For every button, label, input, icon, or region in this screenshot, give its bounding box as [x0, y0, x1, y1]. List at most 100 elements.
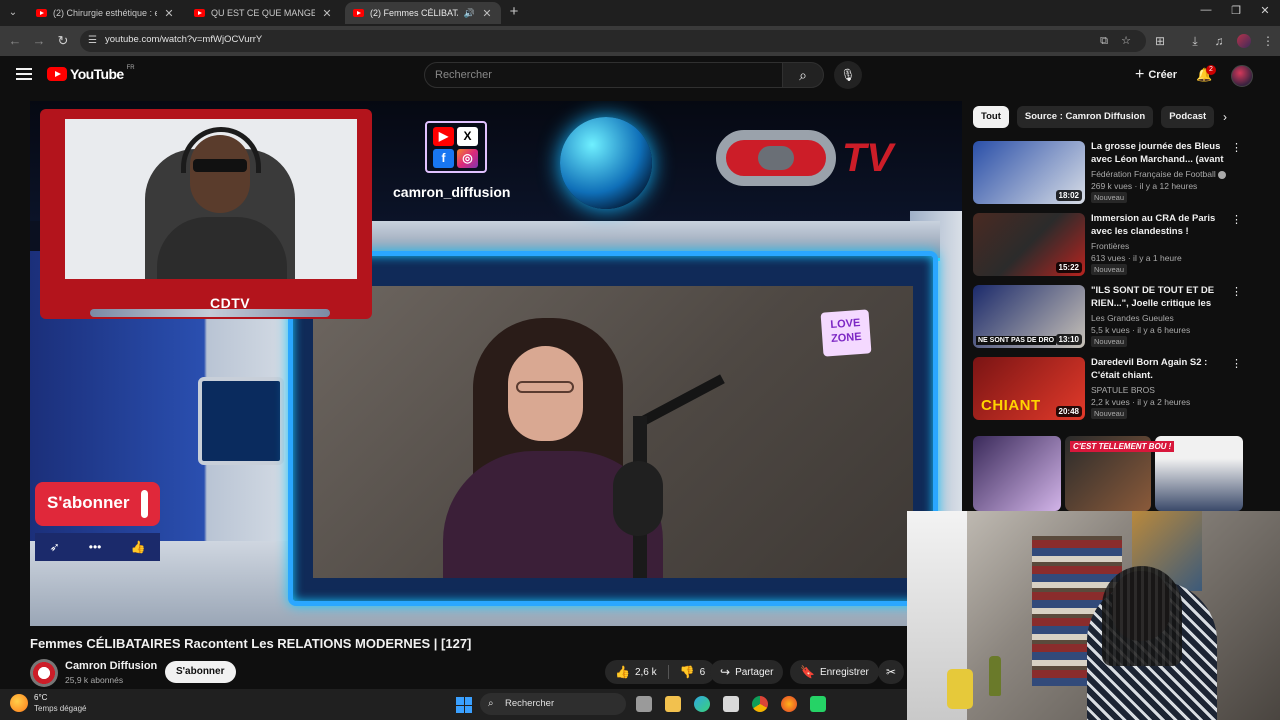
profile-icon[interactable] — [1237, 34, 1251, 48]
reload-icon[interactable]: ↻ — [55, 33, 71, 49]
thumbnail-caption: NE SONT PAS DE DRO — [976, 336, 1057, 345]
youtube-play-icon — [47, 67, 67, 81]
youtube-favicon-icon — [353, 9, 364, 17]
store-icon[interactable] — [723, 696, 739, 712]
search-icon[interactable]: ⌕ — [782, 62, 824, 88]
chrome-icon[interactable] — [752, 696, 768, 712]
firefox-icon[interactable] — [781, 696, 797, 712]
microphone-icon[interactable]: 🎙 — [834, 61, 862, 89]
taskbar-search[interactable]: Rechercher — [480, 693, 626, 715]
recommendation-channel[interactable]: Fédération Française de Football — [1091, 169, 1226, 179]
recommendation-item[interactable]: 15:22 Immersion au CRA de Paris avec les… — [973, 213, 1242, 279]
recommendation-title[interactable]: Immersion au CRA de Paris avec les cland… — [1091, 213, 1226, 238]
more-options-icon[interactable]: ⋮ — [1231, 141, 1242, 154]
chip-source[interactable]: Source : Camron Diffusion — [1016, 106, 1154, 128]
like-icon[interactable]: 👍 — [615, 665, 630, 679]
recommendation-channel[interactable]: Frontières — [1091, 241, 1129, 251]
chip-podcast[interactable]: Podcast — [1161, 106, 1215, 128]
recommendation-channel[interactable]: SPATULE BROS — [1091, 385, 1155, 395]
app-icon[interactable] — [810, 696, 826, 712]
recommendation-item[interactable]: CHIANT 20:48 Daredevil Born Again S2 : C… — [973, 357, 1242, 423]
recommendation-channel[interactable]: Les Grandes Gueules — [1091, 313, 1174, 323]
studio-screen — [288, 251, 938, 606]
verified-icon — [1217, 170, 1226, 179]
new-badge: Nouveau — [1091, 408, 1128, 419]
youtube-favicon-icon — [194, 9, 205, 17]
extensions-icon[interactable]: ⊞ — [1152, 33, 1168, 49]
save-button[interactable]: 🔖 Enregistrer — [790, 660, 879, 684]
more-options-icon[interactable]: ⋮ — [1231, 285, 1242, 298]
recommendation-item[interactable]: 18:02 La grosse journée des Bleus avec L… — [973, 141, 1242, 207]
close-icon[interactable]: ✕ — [163, 7, 175, 20]
audio-icon[interactable]: 🔊 — [464, 8, 475, 19]
tab-list-icon[interactable]: ⌄ — [4, 4, 22, 22]
studio-panel — [198, 377, 284, 465]
windows-start-icon[interactable] — [456, 697, 472, 713]
create-label: Créer — [1148, 69, 1178, 81]
browser-tab-2[interactable]: QU EST CE QUE MANGE UN BOD ✕ — [186, 2, 341, 24]
recommendation-item[interactable]: NE SONT PAS DE DRO 13:10 "ILS SONT DE TO… — [973, 285, 1242, 351]
facebook-icon: f — [433, 149, 454, 168]
recommendation-title[interactable]: Daredevil Born Again S2 : C'était chiant… — [1091, 357, 1226, 382]
video-thumbnail[interactable]: CHIANT 20:48 — [973, 357, 1085, 420]
channel-avatar[interactable] — [30, 659, 58, 687]
video-player[interactable]: LOVE ZONE CDTV ▶ X f ◎ camron_diffusion … — [30, 101, 962, 626]
download-icon[interactable]: ⤓ — [1187, 33, 1203, 49]
video-thumbnail[interactable]: NE SONT PAS DE DRO 13:10 — [973, 285, 1085, 348]
dislike-icon[interactable]: 👎 — [680, 665, 695, 679]
edge-icon[interactable] — [694, 696, 710, 712]
close-icon[interactable]: ✕ — [321, 7, 333, 20]
account-avatar[interactable] — [1231, 65, 1253, 87]
task-view-icon[interactable] — [636, 696, 652, 712]
room-bottle — [989, 656, 1001, 696]
maximize-icon[interactable]: ❐ — [1229, 4, 1243, 17]
recommendation-title[interactable]: La grosse journée des Bleus avec Léon Ma… — [1091, 141, 1226, 166]
window-close-icon[interactable]: ✕ — [1258, 4, 1272, 17]
share-button[interactable]: ↪ Partager — [710, 660, 784, 684]
recommendation-meta: 613 vues · il y a 1 heure — [1091, 253, 1182, 263]
browser-tab-1[interactable]: (2) Chirurgie esthétique : elles ont ✕ — [28, 2, 183, 24]
channel-name[interactable]: Camron Diffusion — [65, 660, 157, 672]
dislike-count[interactable]: 6 — [700, 667, 706, 678]
microphone-arm — [640, 374, 725, 426]
social-icons: ▶ X f ◎ — [425, 121, 487, 173]
file-explorer-icon[interactable] — [665, 696, 681, 712]
weather-icon[interactable] — [10, 694, 28, 712]
more-options-icon[interactable]: ⋮ — [1231, 213, 1242, 226]
clip-button[interactable]: ✂ — [878, 660, 905, 684]
search-box[interactable] — [424, 62, 784, 88]
bookmark-icon: 🔖 — [800, 665, 815, 679]
video-duration: 13:10 — [1055, 334, 1082, 345]
menu-dots-icon[interactable]: ⋮ — [1260, 33, 1276, 49]
media-icon[interactable]: ♫ — [1211, 33, 1227, 49]
video-thumbnail[interactable]: 18:02 — [973, 141, 1085, 204]
create-button[interactable]: + Créer — [1125, 64, 1187, 86]
hamburger-menu-icon[interactable] — [16, 68, 32, 80]
globe-graphic — [560, 117, 652, 209]
bookmark-star-icon[interactable]: ☆ — [1120, 35, 1132, 47]
back-icon[interactable]: ← — [7, 33, 23, 49]
close-icon[interactable]: ✕ — [481, 7, 493, 20]
subscribe-button[interactable]: S'abonner — [165, 661, 236, 683]
guest-glasses — [516, 381, 574, 393]
cdtv-logo: TV — [716, 129, 916, 187]
site-info-icon[interactable]: ☰ — [88, 35, 100, 47]
like-count[interactable]: 2,6 k — [635, 667, 657, 678]
share-label: Partager — [735, 666, 774, 678]
recommendation-title[interactable]: "ILS SONT DE TOUT ET DE RIEN...", Joelle… — [1091, 285, 1226, 310]
address-bar[interactable]: ☰ youtube.com/watch?v=mfWjOCVurrY ⧉ ☆ — [80, 30, 1146, 52]
video-duration: 15:22 — [1055, 262, 1082, 273]
forward-icon[interactable]: → — [31, 33, 47, 49]
minimize-icon[interactable]: — — [1199, 4, 1213, 16]
browser-tab-3-active[interactable]: (2) Femmes CÉLIBATAIRES Ra 🔊 ✕ — [345, 2, 501, 24]
youtube-logo[interactable]: YouTube FR — [47, 65, 135, 82]
chip-all[interactable]: Tout — [973, 106, 1009, 128]
search-input[interactable] — [435, 69, 765, 81]
install-icon[interactable]: ⧉ — [1098, 35, 1110, 47]
new-tab-icon[interactable]: + — [506, 4, 522, 20]
share-arrow-icon: ➶ — [49, 540, 60, 554]
short-thumbnail[interactable] — [973, 436, 1061, 511]
chevron-right-icon[interactable]: › — [1218, 110, 1232, 124]
video-thumbnail[interactable]: 15:22 — [973, 213, 1085, 276]
more-options-icon[interactable]: ⋮ — [1231, 357, 1242, 370]
